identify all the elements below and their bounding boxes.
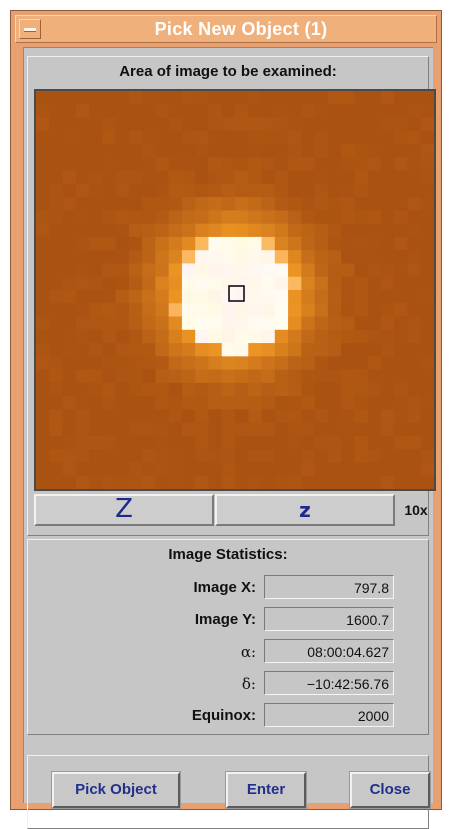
zoom-level: 10x (404, 502, 428, 518)
stat-row-image-y: Image Y: 1600.7 (28, 606, 428, 634)
image-x-value: 797.8 (264, 575, 394, 599)
stat-row-alpha: α: 08:00:04.627 (28, 638, 428, 666)
image-y-label: Image Y: (194, 611, 256, 628)
image-cutout[interactable] (34, 89, 436, 491)
star-image[interactable] (36, 91, 434, 489)
enter-button[interactable]: Enter (226, 772, 306, 808)
button-bar: Pick Object Enter Close (27, 755, 430, 829)
window-menu-icon[interactable] (19, 19, 41, 39)
statistics-heading: Image Statistics: (168, 546, 288, 563)
image-statistics-panel: Image Statistics: Image X: 797.8 Image Y… (27, 539, 429, 735)
stat-row-delta: δ: −10:42:56.76 (28, 670, 428, 698)
title-bar[interactable]: Pick New Object (1) (15, 15, 437, 43)
pick-object-button[interactable]: Pick Object (52, 772, 180, 808)
delta-label: δ: (241, 675, 256, 693)
delta-value: −10:42:56.76 (264, 671, 394, 695)
image-x-label: Image X: (193, 579, 256, 596)
alpha-label: α: (240, 643, 256, 661)
equinox-value: 2000 (264, 703, 394, 727)
viewer-label: Area of image to be examined: (119, 63, 337, 80)
zoom-in-button[interactable]: z (215, 494, 395, 526)
pick-object-window: Pick New Object (1) Area of image to be … (10, 10, 442, 829)
alpha-value: 08:00:04.627 (264, 639, 394, 663)
image-viewer-panel: Area of image to be examined: Z z 10x (27, 56, 436, 536)
stat-row-image-x: Image X: 797.8 (28, 574, 428, 602)
equinox-label: Equinox: (191, 707, 256, 724)
close-button[interactable]: Close (350, 772, 430, 808)
dialog-body: Area of image to be examined: Z z 10x Im… (23, 47, 436, 829)
zoom-out-button[interactable]: Z (34, 494, 214, 526)
stat-row-equinox: Equinox: 2000 (28, 702, 428, 730)
image-y-value: 1600.7 (264, 607, 394, 631)
window-title: Pick New Object (1) (154, 19, 328, 39)
